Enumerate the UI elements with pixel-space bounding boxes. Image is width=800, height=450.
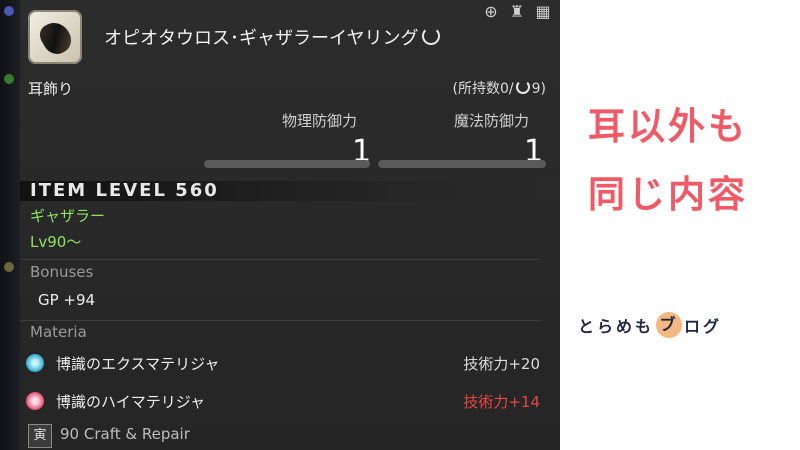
divider bbox=[20, 259, 540, 260]
caption-line-1: 耳以外も bbox=[588, 105, 748, 148]
item-icon bbox=[28, 10, 82, 64]
job-category: ギャザラー bbox=[30, 207, 106, 225]
blog-logo: とらめも ブ ログ bbox=[578, 312, 722, 338]
item-name-text: オピオタウロス･ギャザラーイヤリング bbox=[104, 28, 419, 49]
materia-value: 技術力+14 bbox=[463, 393, 540, 411]
collectable-mark-icon bbox=[515, 80, 530, 94]
materia-heading: Materia bbox=[30, 323, 87, 341]
logo-text-before: とらめも bbox=[578, 317, 655, 336]
bonuses-heading: Bonuses bbox=[30, 263, 94, 281]
collectable-mark-icon bbox=[422, 27, 441, 45]
divider bbox=[20, 320, 540, 321]
level-requirement: Lv90～ bbox=[30, 233, 82, 251]
owned-count: (所持数0/9) bbox=[453, 78, 546, 98]
craft-repair-info: 90 Craft & Repair bbox=[60, 425, 190, 443]
materia-name: 博識のハイマテリジャ bbox=[56, 393, 205, 411]
magic-defense-bar bbox=[378, 160, 546, 168]
craft-repair-icon: 寅 bbox=[28, 424, 52, 448]
magic-defense-label: 魔法防御力 bbox=[454, 112, 530, 130]
craft-level: 90 bbox=[60, 425, 80, 443]
tooltip-action-icons: ⊕ ♜ ▦ bbox=[482, 2, 552, 21]
materia-pink-icon bbox=[26, 392, 44, 410]
caption-line-2: 同じ内容 bbox=[588, 173, 748, 216]
earring-icon bbox=[35, 17, 77, 59]
left-edge-strip bbox=[0, 0, 20, 450]
strip-icon bbox=[4, 74, 14, 84]
slot-label: 耳飾り bbox=[28, 80, 74, 98]
storage-icon[interactable]: ▦ bbox=[534, 2, 552, 21]
physical-defense-bar bbox=[204, 160, 370, 168]
strip-icon bbox=[4, 262, 14, 272]
bonus-gp: GP +94 bbox=[38, 291, 96, 309]
craft-text: Craft & Repair bbox=[83, 425, 190, 443]
add-icon[interactable]: ⊕ bbox=[482, 2, 500, 21]
item-name: オピオタウロス･ギャザラーイヤリング bbox=[104, 24, 441, 50]
logo-text-after: ログ bbox=[684, 317, 723, 336]
materia-name: 博識のエクスマテリジャ bbox=[56, 355, 220, 373]
physical-defense-label: 物理防御力 bbox=[282, 112, 358, 130]
item-tooltip: オピオタウロス･ギャザラーイヤリング ⊕ ♜ ▦ 耳飾り (所持数0/9) 物理… bbox=[0, 0, 560, 450]
gear-set-icon[interactable]: ♜ bbox=[508, 2, 526, 21]
strip-icon bbox=[4, 6, 14, 16]
logo-circle: ブ bbox=[656, 312, 683, 338]
owned-count-suffix: 9) bbox=[531, 81, 546, 97]
materia-cyan-icon bbox=[26, 354, 44, 372]
item-level: ITEM LEVEL 560 bbox=[30, 180, 219, 201]
materia-value: 技術力+20 bbox=[463, 355, 540, 373]
owned-count-text: (所持数0/ bbox=[452, 81, 514, 97]
